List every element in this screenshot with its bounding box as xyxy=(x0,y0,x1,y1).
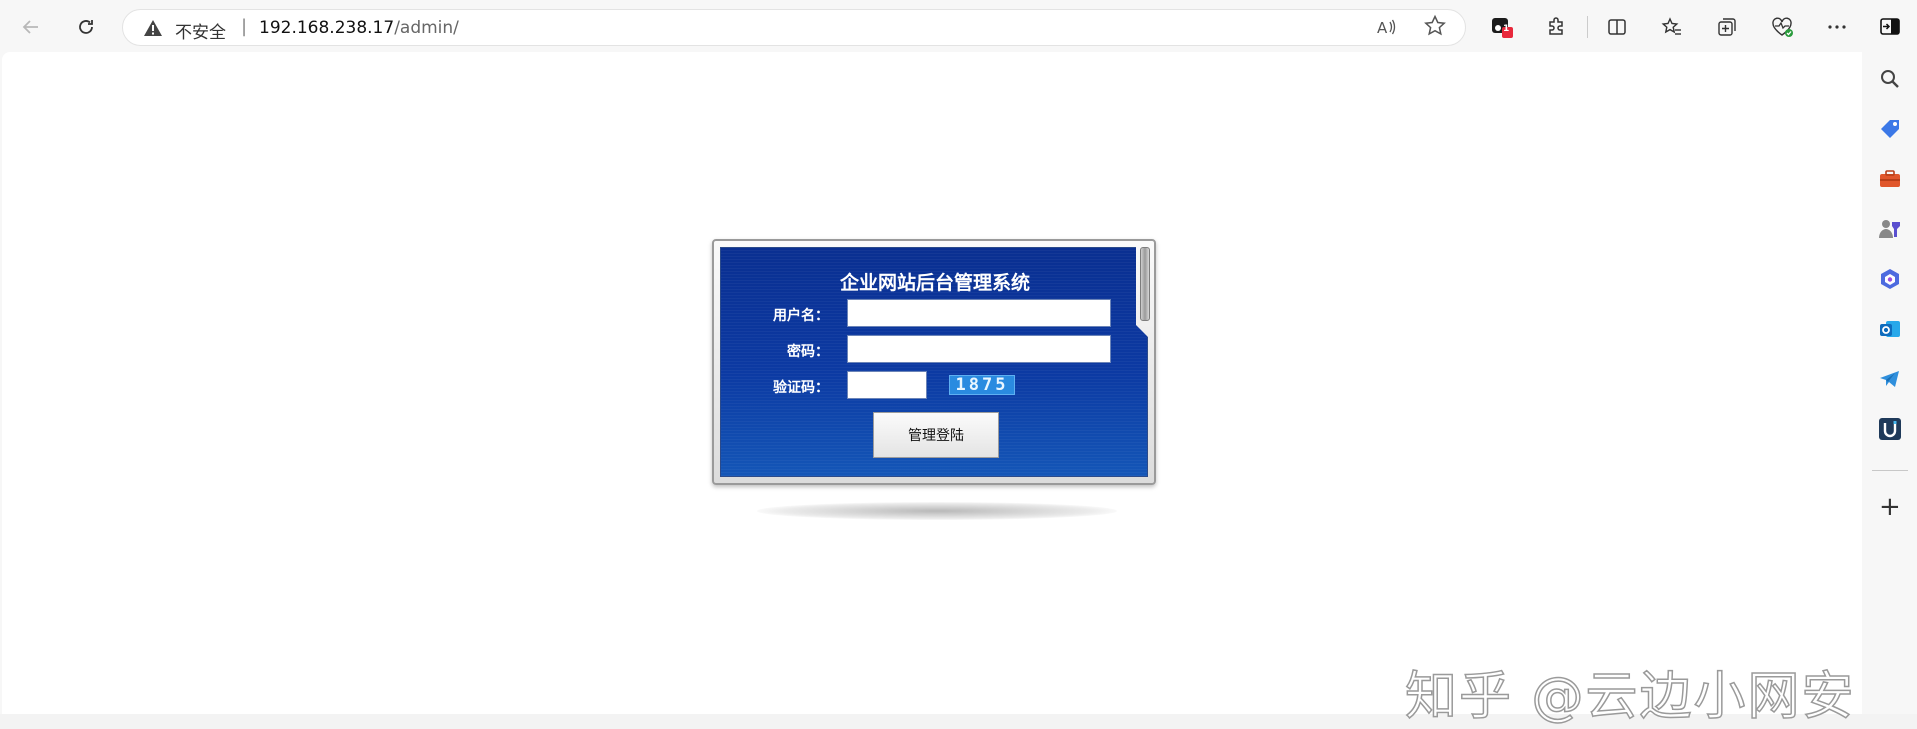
captcha-text: 1875 xyxy=(955,375,1009,395)
url-text[interactable]: 192.168.238.17/admin/ xyxy=(259,18,459,38)
more-icon[interactable] xyxy=(1823,13,1851,41)
star-icon[interactable] xyxy=(1423,14,1447,43)
collections-icon[interactable] xyxy=(1713,13,1741,41)
captcha-input[interactable] xyxy=(847,371,927,399)
captcha-image[interactable]: 1875 xyxy=(949,375,1015,395)
address-bar[interactable]: 不安全 | 192.168.238.17/admin/ A xyxy=(122,9,1466,46)
sidebar-divider xyxy=(1872,470,1908,471)
url-host: 192.168.238.17 xyxy=(259,18,395,38)
login-panel: 企业网站后台管理系统 用户名： 密码： 验证码： 1875 管理登陆 xyxy=(720,247,1148,477)
password-label: 密码： xyxy=(787,344,829,360)
browser-essentials-icon[interactable] xyxy=(1768,13,1796,41)
sidebar-toggle-icon[interactable] xyxy=(1876,13,1904,41)
back-arrow-icon[interactable] xyxy=(17,13,45,41)
login-box-shadow xyxy=(757,502,1117,520)
refresh-icon[interactable] xyxy=(72,13,100,41)
captcha-label: 验证码： xyxy=(773,380,829,396)
favorites-icon[interactable] xyxy=(1658,13,1686,41)
games-icon[interactable] xyxy=(1877,216,1903,242)
split-screen-icon[interactable] xyxy=(1603,13,1631,41)
page-content: 企业网站后台管理系统 用户名： 密码： 验证码： 1875 管理登陆 知乎 @云… xyxy=(2,52,1862,728)
username-label: 用户名： xyxy=(773,308,829,324)
puzzle-icon[interactable] xyxy=(1542,13,1570,41)
read-aloud-icon[interactable]: A xyxy=(1375,16,1397,43)
login-box: 企业网站后台管理系统 用户名： 密码： 验证码： 1875 管理登陆 xyxy=(712,239,1156,485)
browser-sidebar: + xyxy=(1863,52,1917,714)
telegram-icon[interactable] xyxy=(1877,366,1903,392)
extension-badge: 1 xyxy=(1503,24,1510,34)
search-icon[interactable] xyxy=(1877,66,1903,92)
u-app-icon[interactable] xyxy=(1877,416,1903,442)
outlook-icon[interactable] xyxy=(1877,316,1903,342)
scroll-handle xyxy=(1140,247,1150,321)
username-input[interactable] xyxy=(847,299,1111,327)
watermark: 知乎 @云边小网安 xyxy=(1404,666,1856,728)
toolbar-divider xyxy=(1587,16,1588,38)
login-title: 企业网站后台管理系统 xyxy=(839,272,1030,294)
browser-window: 不安全 | 192.168.238.17/admin/ A 1 企业网站后台管理… xyxy=(0,0,1917,728)
address-separator: | xyxy=(241,16,248,37)
svg-text:A: A xyxy=(1377,19,1388,37)
extension-icon[interactable]: 1 xyxy=(1488,13,1516,41)
url-path: /admin/ xyxy=(394,18,459,38)
password-input[interactable] xyxy=(847,335,1111,363)
tools-icon[interactable] xyxy=(1877,166,1903,192)
browser-toolbar: 不安全 | 192.168.238.17/admin/ A 1 xyxy=(0,0,1917,54)
copilot-icon[interactable] xyxy=(1877,266,1903,292)
warning-triangle-icon[interactable] xyxy=(143,18,163,38)
security-label[interactable]: 不安全 xyxy=(175,18,226,43)
add-sidebar-app-button[interactable]: + xyxy=(1879,494,1901,520)
login-button[interactable]: 管理登陆 xyxy=(873,412,999,458)
shopping-tag-icon[interactable] xyxy=(1877,116,1903,142)
